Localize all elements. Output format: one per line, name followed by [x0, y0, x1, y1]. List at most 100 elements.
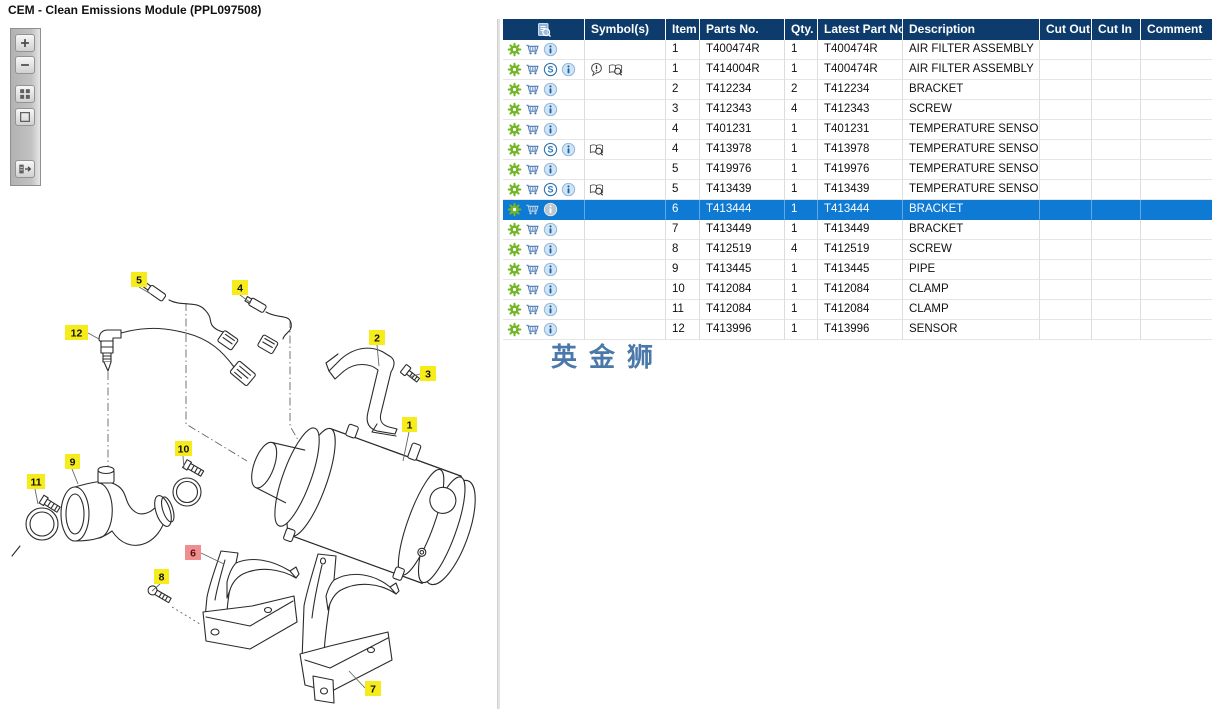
parts-diagram[interactable]: 123456789101112	[0, 19, 497, 709]
info-icon[interactable]	[543, 102, 558, 117]
zoom-out-button[interactable]	[15, 56, 35, 74]
gear-icon[interactable]	[507, 322, 522, 337]
cell-description: BRACKET	[903, 200, 1040, 220]
info-icon[interactable]	[561, 62, 576, 77]
info-icon[interactable]	[543, 42, 558, 57]
gear-icon[interactable]	[507, 62, 522, 77]
part-bracket-7[interactable]	[300, 554, 399, 703]
cart-icon[interactable]	[525, 222, 540, 237]
cell-cut-in	[1092, 240, 1141, 260]
info-icon[interactable]	[543, 302, 558, 317]
part-clamp-10[interactable]	[173, 460, 204, 506]
cart-icon[interactable]	[525, 162, 540, 177]
column-header-parts-no[interactable]: Parts No.	[700, 19, 785, 40]
splitter[interactable]	[497, 19, 500, 709]
table-row[interactable]: 1T400474R1T400474RAIR FILTER ASSEMBLY	[503, 40, 1212, 60]
info-icon[interactable]	[543, 322, 558, 337]
cell-parts-no: T413444	[700, 200, 785, 220]
table-row[interactable]: 9T4134451T413445PIPE	[503, 260, 1212, 280]
table-row[interactable]: 3T4123434T412343SCREW	[503, 100, 1212, 120]
gear-icon[interactable]	[507, 202, 522, 217]
table-row[interactable]: 7T4134491T413449BRACKET	[503, 220, 1212, 240]
column-header-qty[interactable]: Qty.	[785, 19, 818, 40]
part-bracket-6[interactable]	[203, 551, 299, 649]
column-header-cut-in[interactable]: Cut In	[1092, 19, 1141, 40]
column-header-symbols[interactable]: Symbol(s)	[585, 19, 666, 40]
diagram-pane[interactable]: 123456789101112	[0, 19, 497, 709]
part-bracket-strap[interactable]	[326, 348, 397, 436]
info-icon[interactable]	[543, 202, 558, 217]
cart-icon[interactable]	[525, 182, 540, 197]
info-icon[interactable]	[561, 142, 576, 157]
table-row[interactable]: 10T4120841T412084CLAMP	[503, 280, 1212, 300]
cart-icon[interactable]	[525, 202, 540, 217]
cart-icon[interactable]	[525, 102, 540, 117]
cart-icon[interactable]	[525, 322, 540, 337]
gear-icon[interactable]	[507, 282, 522, 297]
info-icon[interactable]	[543, 222, 558, 237]
table-row[interactable]: 1T414004R1T400474RAIR FILTER ASSEMBLY	[503, 60, 1212, 80]
cell-comment	[1141, 120, 1212, 140]
gear-icon[interactable]	[507, 162, 522, 177]
table-row[interactable]: 6T4134441T413444BRACKET	[503, 200, 1212, 220]
gear-icon[interactable]	[507, 42, 522, 57]
column-header-cut-out[interactable]: Cut Out	[1040, 19, 1092, 40]
gear-icon[interactable]	[507, 262, 522, 277]
info-icon[interactable]	[561, 182, 576, 197]
cart-icon[interactable]	[525, 282, 540, 297]
part-sensor-4[interactable]	[244, 295, 291, 354]
part-clamp-11[interactable]	[12, 495, 61, 556]
zoom-in-button[interactable]	[15, 34, 35, 52]
info-icon[interactable]	[543, 82, 558, 97]
gear-icon[interactable]	[507, 82, 522, 97]
gear-icon[interactable]	[507, 122, 522, 137]
table-row[interactable]: 4T4012311T401231TEMPERATURE SENSOR	[503, 120, 1212, 140]
fit-view-button[interactable]	[15, 108, 35, 126]
s-icon[interactable]	[543, 142, 558, 157]
cart-icon[interactable]	[525, 62, 540, 77]
gear-icon[interactable]	[507, 222, 522, 237]
cart-icon[interactable]	[525, 262, 540, 277]
part-screw-8[interactable]	[146, 584, 200, 624]
part-sensor-5[interactable]	[143, 282, 239, 351]
info-icon[interactable]	[543, 262, 558, 277]
info-icon[interactable]	[543, 122, 558, 137]
s-icon[interactable]	[543, 182, 558, 197]
column-header-latest-part-no[interactable]: Latest Part No.	[818, 19, 903, 40]
info-icon[interactable]	[543, 242, 558, 257]
cart-icon[interactable]	[525, 302, 540, 317]
table-row[interactable]: 8T4125194T412519SCREW	[503, 240, 1212, 260]
table-row[interactable]: 11T4120841T412084CLAMP	[503, 300, 1212, 320]
s-icon[interactable]	[543, 62, 558, 77]
cell-comment	[1141, 100, 1212, 120]
gear-icon[interactable]	[507, 242, 522, 257]
column-header-actions[interactable]	[503, 19, 585, 40]
info-icon[interactable]	[543, 282, 558, 297]
gear-icon[interactable]	[507, 182, 522, 197]
column-header-comment[interactable]: Comment	[1141, 19, 1212, 40]
info-icon[interactable]	[543, 162, 558, 177]
toggle-panel-button[interactable]	[15, 160, 35, 178]
cart-icon[interactable]	[525, 82, 540, 97]
cell-cut-out	[1040, 140, 1092, 160]
cart-icon[interactable]	[525, 122, 540, 137]
gear-icon[interactable]	[507, 102, 522, 117]
book-magnifier-icon[interactable]	[608, 62, 623, 77]
column-header-description[interactable]: Description	[903, 19, 1040, 40]
book-magnifier-icon[interactable]	[589, 182, 604, 197]
table-row[interactable]: 4T4139781T413978TEMPERATURE SENSOR	[503, 140, 1212, 160]
note-icon[interactable]	[589, 62, 604, 77]
callout-leader-line	[88, 333, 99, 339]
gear-icon[interactable]	[507, 302, 522, 317]
part-elbow-pipe[interactable]	[61, 467, 177, 546]
table-row[interactable]: 5T4199761T419976TEMPERATURE SENSOR	[503, 160, 1212, 180]
tile-view-button[interactable]	[15, 85, 35, 103]
cart-icon[interactable]	[525, 42, 540, 57]
table-row[interactable]: 5T4134391T413439TEMPERATURE SENSOR	[503, 180, 1212, 200]
book-magnifier-icon[interactable]	[589, 142, 604, 157]
cart-icon[interactable]	[525, 242, 540, 257]
cart-icon[interactable]	[525, 142, 540, 157]
table-row[interactable]: 2T4122342T412234BRACKET	[503, 80, 1212, 100]
column-header-item[interactable]: Item	[666, 19, 700, 40]
gear-icon[interactable]	[507, 142, 522, 157]
